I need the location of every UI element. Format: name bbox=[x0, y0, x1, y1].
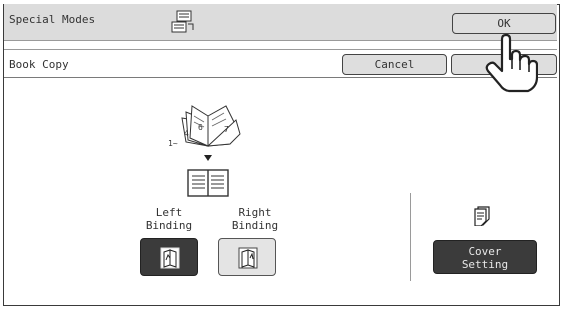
cover-setting-label-line2: Setting bbox=[461, 258, 509, 271]
hand-pointer-icon bbox=[485, 33, 538, 93]
left-binding-label-line1: Left bbox=[155, 206, 183, 219]
section-divider bbox=[410, 193, 411, 281]
book-icon: 4 6 7 1~ bbox=[168, 105, 241, 197]
right-binding-button[interactable] bbox=[218, 238, 276, 276]
page-number-label: 4 bbox=[184, 129, 189, 138]
right-binding-icon bbox=[238, 247, 258, 269]
right-binding-label-line1: Right bbox=[238, 206, 272, 219]
cover-setting-button[interactable]: Cover Setting bbox=[433, 240, 537, 274]
ok-button[interactable]: OK bbox=[452, 13, 556, 34]
left-binding-label: Left Binding bbox=[140, 206, 198, 232]
right-binding-label: Right Binding bbox=[218, 206, 292, 232]
screen-title: Special Modes bbox=[9, 13, 96, 26]
cancel-button[interactable]: Cancel bbox=[342, 54, 447, 75]
book-copy-title: Book Copy bbox=[9, 58, 69, 71]
left-binding-button[interactable] bbox=[140, 238, 198, 276]
page-range-label: 1~ bbox=[168, 139, 178, 148]
right-binding-label-line2: Binding bbox=[231, 219, 279, 232]
special-modes-icon bbox=[171, 10, 194, 33]
left-binding-label-line2: Binding bbox=[145, 219, 193, 232]
left-binding-icon bbox=[160, 247, 180, 269]
page-number-label: 6 bbox=[198, 123, 203, 132]
page-number-label: 7 bbox=[224, 125, 229, 134]
cover-page-icon bbox=[474, 206, 490, 226]
cover-setting-label-line1: Cover bbox=[468, 245, 502, 258]
